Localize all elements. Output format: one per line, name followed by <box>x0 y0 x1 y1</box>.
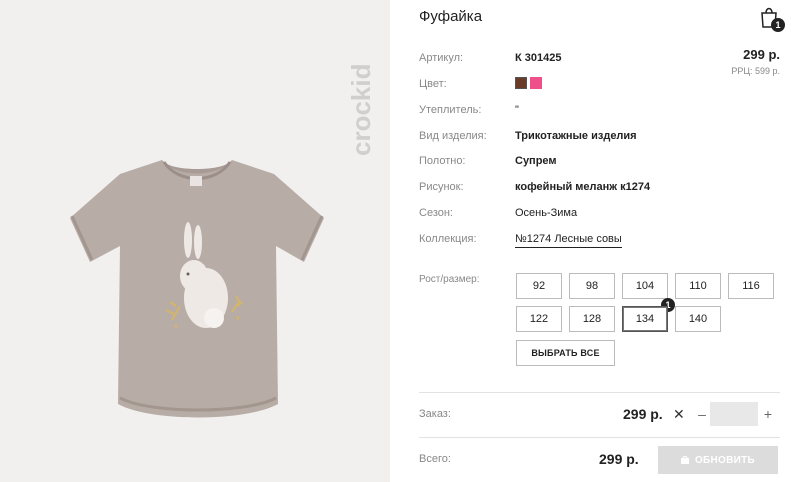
attr-pattern: Рисунок: кофейный меланж к1274 <box>419 181 719 197</box>
attr-type: Вид изделия: Трикотажные изделия <box>419 130 719 146</box>
attr-value: К 301425 <box>515 52 562 64</box>
tshirt-illustration <box>66 150 328 426</box>
attr-color: Цвет: <box>419 77 719 94</box>
attr-value: Трикотажные изделия <box>515 130 637 142</box>
multiply-icon: ✕ <box>673 406 685 422</box>
attr-label: Сезон: <box>419 207 453 219</box>
rrp-price: РРЦ: 599 р. <box>731 66 780 76</box>
cart-count-badge: 1 <box>771 18 785 32</box>
update-button-label: ОБНОВИТЬ <box>694 454 756 466</box>
attr-value: " <box>515 104 519 116</box>
attr-label: Утеплитель: <box>419 104 482 116</box>
size-button-134[interactable]: 134 <box>622 306 668 332</box>
attr-value: кофейный меланж к1274 <box>515 181 651 193</box>
attr-season: Сезон: Осень-Зима <box>419 207 719 223</box>
product-price: 299 р. <box>743 47 780 62</box>
select-all-button[interactable]: ВЫБРАТЬ ВСЕ <box>516 340 615 366</box>
quantity-increase-button[interactable]: + <box>761 404 775 424</box>
size-button-140[interactable]: 140 <box>675 306 721 332</box>
divider <box>419 392 780 393</box>
product-image: crockid <box>0 0 390 482</box>
order-label: Заказ: <box>419 408 451 420</box>
attr-value: Осень-Зима <box>515 207 578 219</box>
quantity-input[interactable] <box>710 402 758 426</box>
brand-logo-text: crockid <box>348 64 376 157</box>
color-swatch-brown[interactable] <box>515 77 527 89</box>
total-price: 299 р. <box>599 451 639 467</box>
cart-icon <box>680 456 689 464</box>
color-swatches <box>515 77 542 89</box>
size-button-128[interactable]: 128 <box>569 306 615 332</box>
size-button-116[interactable]: 116 <box>728 273 774 299</box>
page-title: Фуфайка <box>419 8 483 25</box>
attr-value: Супрем <box>515 155 557 167</box>
attr-label: Цвет: <box>419 78 447 90</box>
update-button[interactable]: ОБНОВИТЬ <box>658 446 778 474</box>
size-button-110[interactable]: 110 <box>675 273 721 299</box>
color-swatch-pink[interactable] <box>530 77 542 89</box>
quantity-decrease-button[interactable]: – <box>695 404 709 424</box>
order-price: 299 р. <box>623 406 663 422</box>
cart-button[interactable]: 1 <box>759 6 785 32</box>
product-info: Фуфайка 1 299 р. РРЦ: 599 р. Артикул: К … <box>419 0 800 482</box>
divider <box>419 437 780 438</box>
size-button-98[interactable]: 98 <box>569 273 615 299</box>
collection-link[interactable]: №1274 Лесные совы <box>515 233 622 248</box>
attr-article: Артикул: К 301425 <box>419 52 719 68</box>
attr-collection: Коллекция: №1274 Лесные совы <box>419 233 719 249</box>
brand-logo: crockid <box>346 20 378 160</box>
attr-label: Вид изделия: <box>419 130 487 142</box>
attr-label: Артикул: <box>419 52 464 64</box>
attr-label: Полотно: <box>419 155 466 167</box>
size-button-92[interactable]: 92 <box>516 273 562 299</box>
attr-label: Рисунок: <box>419 181 464 193</box>
size-button-104[interactable]: 104 <box>622 273 668 299</box>
attr-fabric: Полотно: Супрем <box>419 155 719 171</box>
total-label: Всего: <box>419 453 451 465</box>
size-label: Рост/размер: <box>419 274 480 285</box>
size-button-122[interactable]: 122 <box>516 306 562 332</box>
attr-insulation: Утеплитель: " <box>419 104 719 120</box>
attr-label: Коллекция: <box>419 233 477 245</box>
